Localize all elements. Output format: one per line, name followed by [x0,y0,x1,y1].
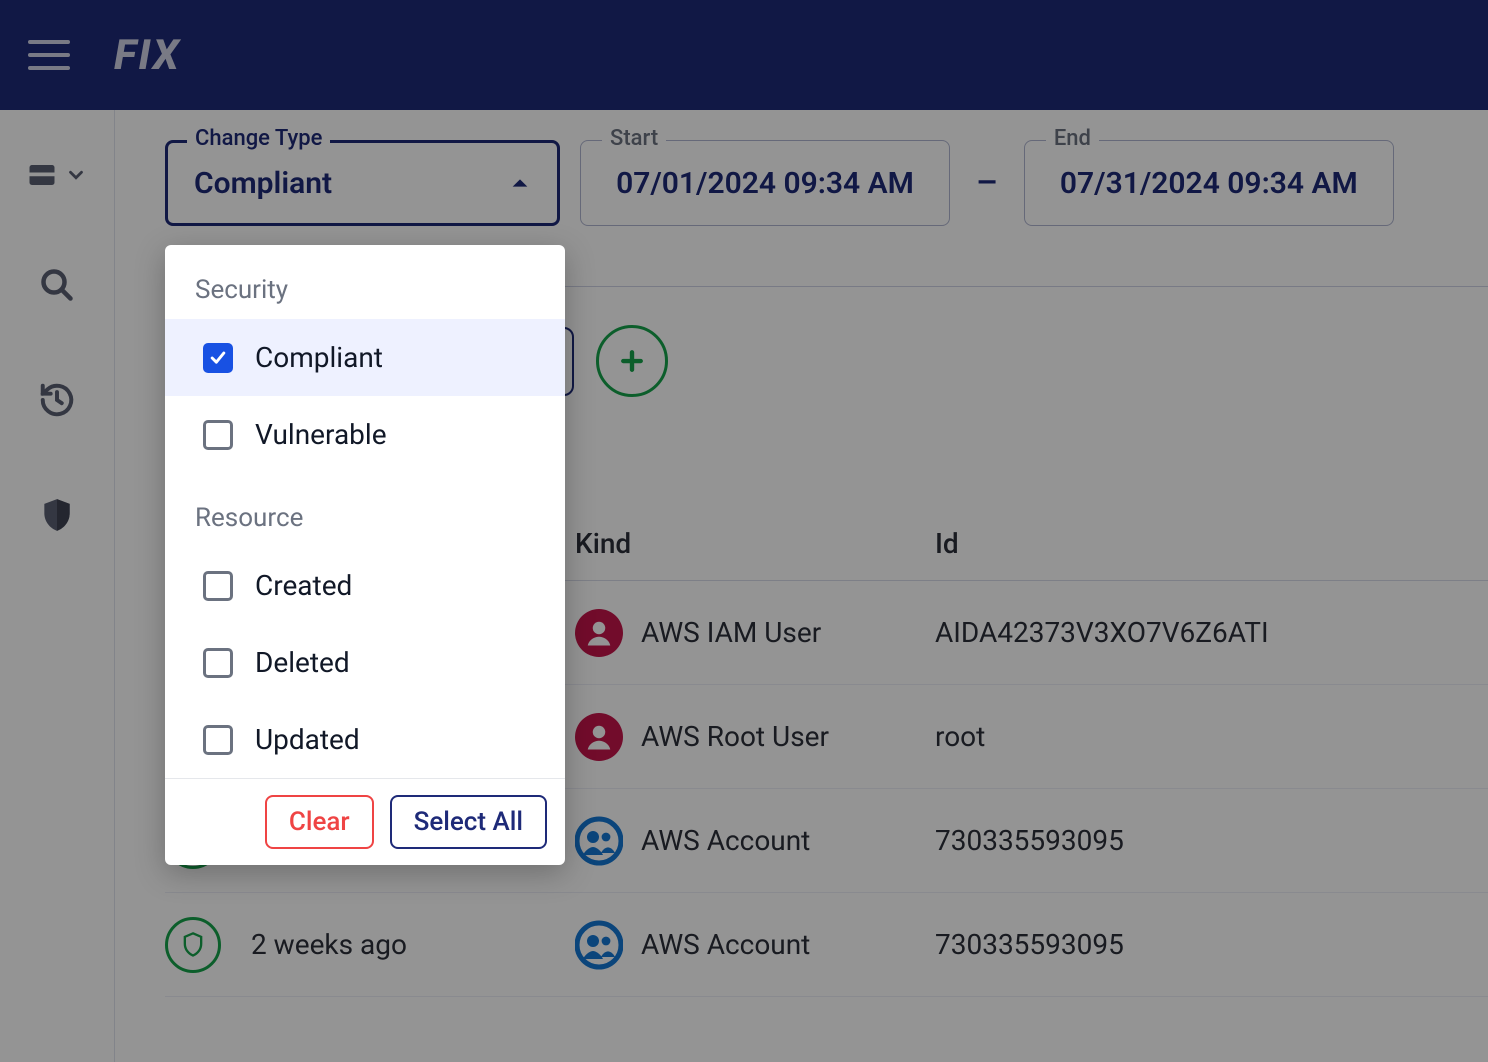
dropdown-item-label: Created [255,569,352,602]
dropdown-section-label: Security [165,245,565,319]
dropdown-item-label: Vulnerable [255,418,387,451]
dropdown-item-compliant[interactable]: Compliant [165,319,565,396]
checkbox[interactable] [203,571,233,601]
select-all-button[interactable]: Select All [390,795,547,849]
check-icon [208,348,228,368]
checkbox[interactable] [203,648,233,678]
dropdown-item-label: Deleted [255,646,350,679]
dropdown-footer: Clear Select All [165,778,565,865]
dropdown-item-deleted[interactable]: Deleted [165,624,565,701]
dropdown-item-label: Updated [255,723,360,756]
clear-button[interactable]: Clear [265,795,374,849]
checkbox[interactable] [203,725,233,755]
dropdown-item-label: Compliant [255,341,383,374]
change-type-dropdown: Security Compliant Vulnerable Resource Creat… [165,245,565,865]
dropdown-section-label: Resource [165,473,565,547]
dropdown-item-created[interactable]: Created [165,547,565,624]
checkbox[interactable] [203,420,233,450]
checkbox[interactable] [203,343,233,373]
dropdown-item-updated[interactable]: Updated [165,701,565,778]
dropdown-item-vulnerable[interactable]: Vulnerable [165,396,565,473]
